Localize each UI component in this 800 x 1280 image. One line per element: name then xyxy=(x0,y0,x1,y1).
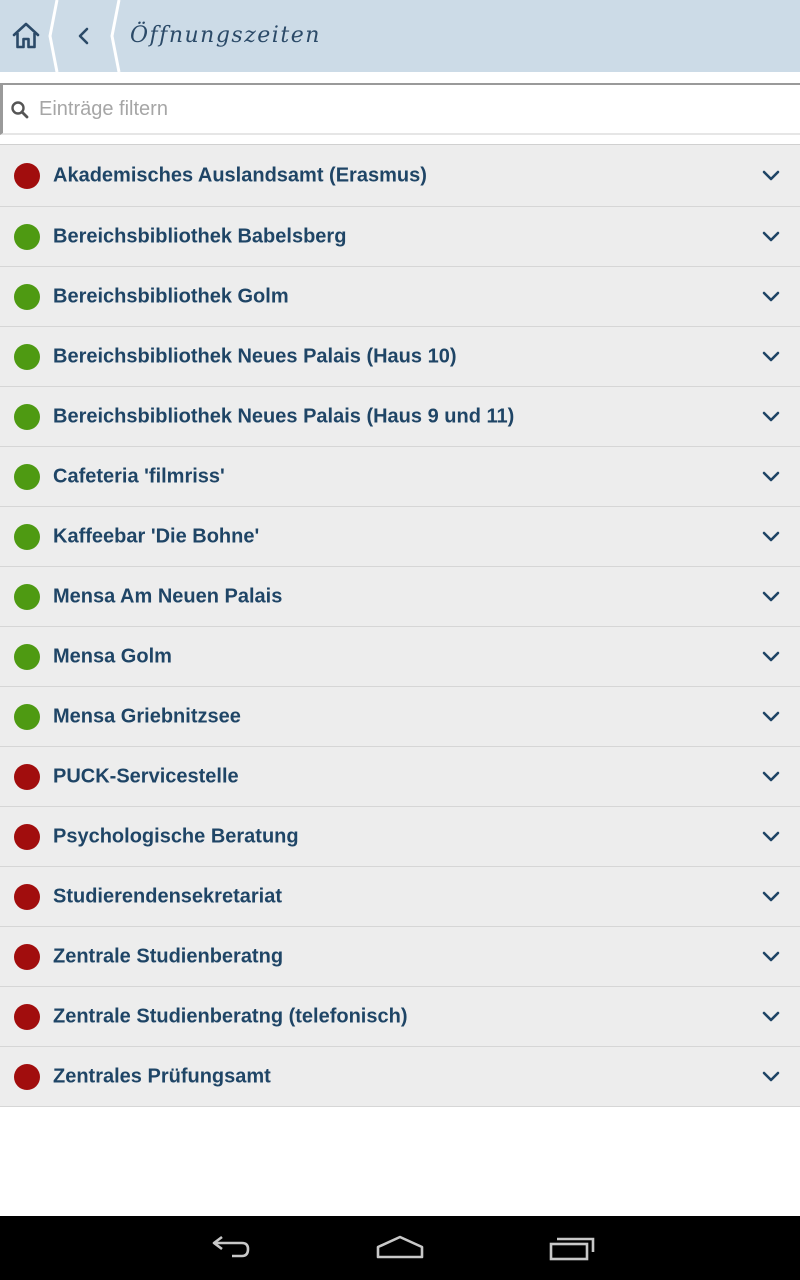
status-closed-indicator xyxy=(14,943,40,970)
list-item[interactable]: Zentrale Studienberatng xyxy=(0,927,800,987)
status-open-indicator xyxy=(14,523,40,550)
list-item-label: Studierendensekretariat xyxy=(53,885,282,907)
list-item[interactable]: Cafeteria 'filmriss' xyxy=(0,447,800,507)
list-item-label: Zentrale Studienberatng (telefonisch) xyxy=(53,1005,408,1027)
page-title: Öffnungszeiten xyxy=(130,23,321,48)
list-item-label: Cafeteria 'filmriss' xyxy=(53,465,225,487)
system-home-button[interactable] xyxy=(350,1216,450,1280)
status-open-indicator xyxy=(14,223,40,250)
status-closed-indicator xyxy=(14,823,40,850)
search-icon xyxy=(11,101,29,119)
system-nav-bar xyxy=(0,1216,800,1280)
system-recent-apps-button[interactable] xyxy=(522,1216,622,1280)
list-item-label: Mensa Griebnitzsee xyxy=(53,705,241,727)
list-item[interactable]: Zentrale Studienberatng (telefonisch) xyxy=(0,987,800,1047)
chevron-down-icon[interactable] xyxy=(762,1070,780,1084)
list-item[interactable]: Bereichsbibliothek Golm xyxy=(0,267,800,327)
status-closed-indicator xyxy=(14,162,40,189)
list-item-label: Psychologische Beratung xyxy=(53,825,299,847)
chevron-down-icon[interactable] xyxy=(762,410,780,424)
chevron-down-icon[interactable] xyxy=(762,230,780,244)
search-bar xyxy=(0,83,800,135)
opening-hours-list: Akademisches Auslandsamt (Erasmus) Bereic… xyxy=(0,144,800,1107)
list-item-label: Mensa Am Neuen Palais xyxy=(53,585,283,607)
status-open-indicator xyxy=(14,643,40,670)
chevron-down-icon[interactable] xyxy=(762,830,780,844)
list-item-label: Bereichsbibliothek Babelsberg xyxy=(53,225,347,247)
chevron-down-icon[interactable] xyxy=(762,890,780,904)
list-item-label: Bereichsbibliothek Neues Palais (Haus 10… xyxy=(53,345,457,367)
list-item[interactable]: Kaffeebar 'Die Bohne' xyxy=(0,507,800,567)
chevron-down-icon[interactable] xyxy=(762,650,780,664)
list-item-label: Bereichsbibliothek Neues Palais (Haus 9 … xyxy=(53,405,515,427)
recent-apps-icon xyxy=(549,1237,595,1261)
chevron-down-icon[interactable] xyxy=(762,350,780,364)
home-icon xyxy=(12,22,40,49)
status-closed-indicator xyxy=(14,883,40,910)
status-open-indicator xyxy=(14,703,40,730)
list-item[interactable]: Bereichsbibliothek Neues Palais (Haus 10… xyxy=(0,327,800,387)
back-button[interactable] xyxy=(56,0,112,72)
status-open-indicator xyxy=(14,403,40,430)
list-item[interactable]: Zentrales Prüfungsamt xyxy=(0,1047,800,1107)
list-item[interactable]: Mensa Griebnitzsee xyxy=(0,687,800,747)
chevron-down-icon[interactable] xyxy=(762,590,780,604)
home-button[interactable] xyxy=(0,0,52,72)
chevron-down-icon[interactable] xyxy=(762,530,780,544)
list-item[interactable]: Bereichsbibliothek Neues Palais (Haus 9 … xyxy=(0,387,800,447)
app-header: Öffnungszeiten xyxy=(0,0,800,72)
list-item[interactable]: Studierendensekretariat xyxy=(0,867,800,927)
chevron-down-icon[interactable] xyxy=(762,770,780,784)
list-item[interactable]: Mensa Am Neuen Palais xyxy=(0,567,800,627)
chevron-down-icon[interactable] xyxy=(762,950,780,964)
chevron-down-icon[interactable] xyxy=(762,470,780,484)
list-item-label: Bereichsbibliothek Golm xyxy=(53,285,289,307)
status-closed-indicator xyxy=(14,1003,40,1030)
list-item-label: Mensa Golm xyxy=(53,645,172,667)
list-item-label: Akademisches Auslandsamt (Erasmus) xyxy=(53,164,427,186)
system-back-button[interactable] xyxy=(180,1216,280,1280)
list-item[interactable]: Akademisches Auslandsamt (Erasmus) xyxy=(0,145,800,207)
list-item-label: Zentrales Prüfungsamt xyxy=(53,1065,271,1087)
chevron-down-icon[interactable] xyxy=(762,710,780,724)
list-item-label: Zentrale Studienberatng xyxy=(53,945,284,967)
list-item-label: PUCK-Servicestelle xyxy=(53,765,239,787)
status-open-indicator xyxy=(14,343,40,370)
list-item[interactable]: Mensa Golm xyxy=(0,627,800,687)
status-open-indicator xyxy=(14,583,40,610)
status-closed-indicator xyxy=(14,763,40,790)
back-nav-icon xyxy=(212,1235,250,1258)
list-item[interactable]: PUCK-Servicestelle xyxy=(0,747,800,807)
status-open-indicator xyxy=(14,463,40,490)
status-open-indicator xyxy=(14,283,40,310)
list-item[interactable]: Psychologische Beratung xyxy=(0,807,800,867)
list-item-label: Kaffeebar 'Die Bohne' xyxy=(53,525,260,547)
status-closed-indicator xyxy=(14,1063,40,1090)
chevron-down-icon[interactable] xyxy=(762,290,780,304)
chevron-down-icon[interactable] xyxy=(762,169,780,183)
search-input[interactable] xyxy=(39,91,779,127)
chevron-left-icon xyxy=(78,27,89,45)
chevron-down-icon[interactable] xyxy=(762,1010,780,1024)
header-divider xyxy=(110,0,121,72)
list-item[interactable]: Bereichsbibliothek Babelsberg xyxy=(0,207,800,267)
home-nav-icon xyxy=(376,1235,424,1259)
